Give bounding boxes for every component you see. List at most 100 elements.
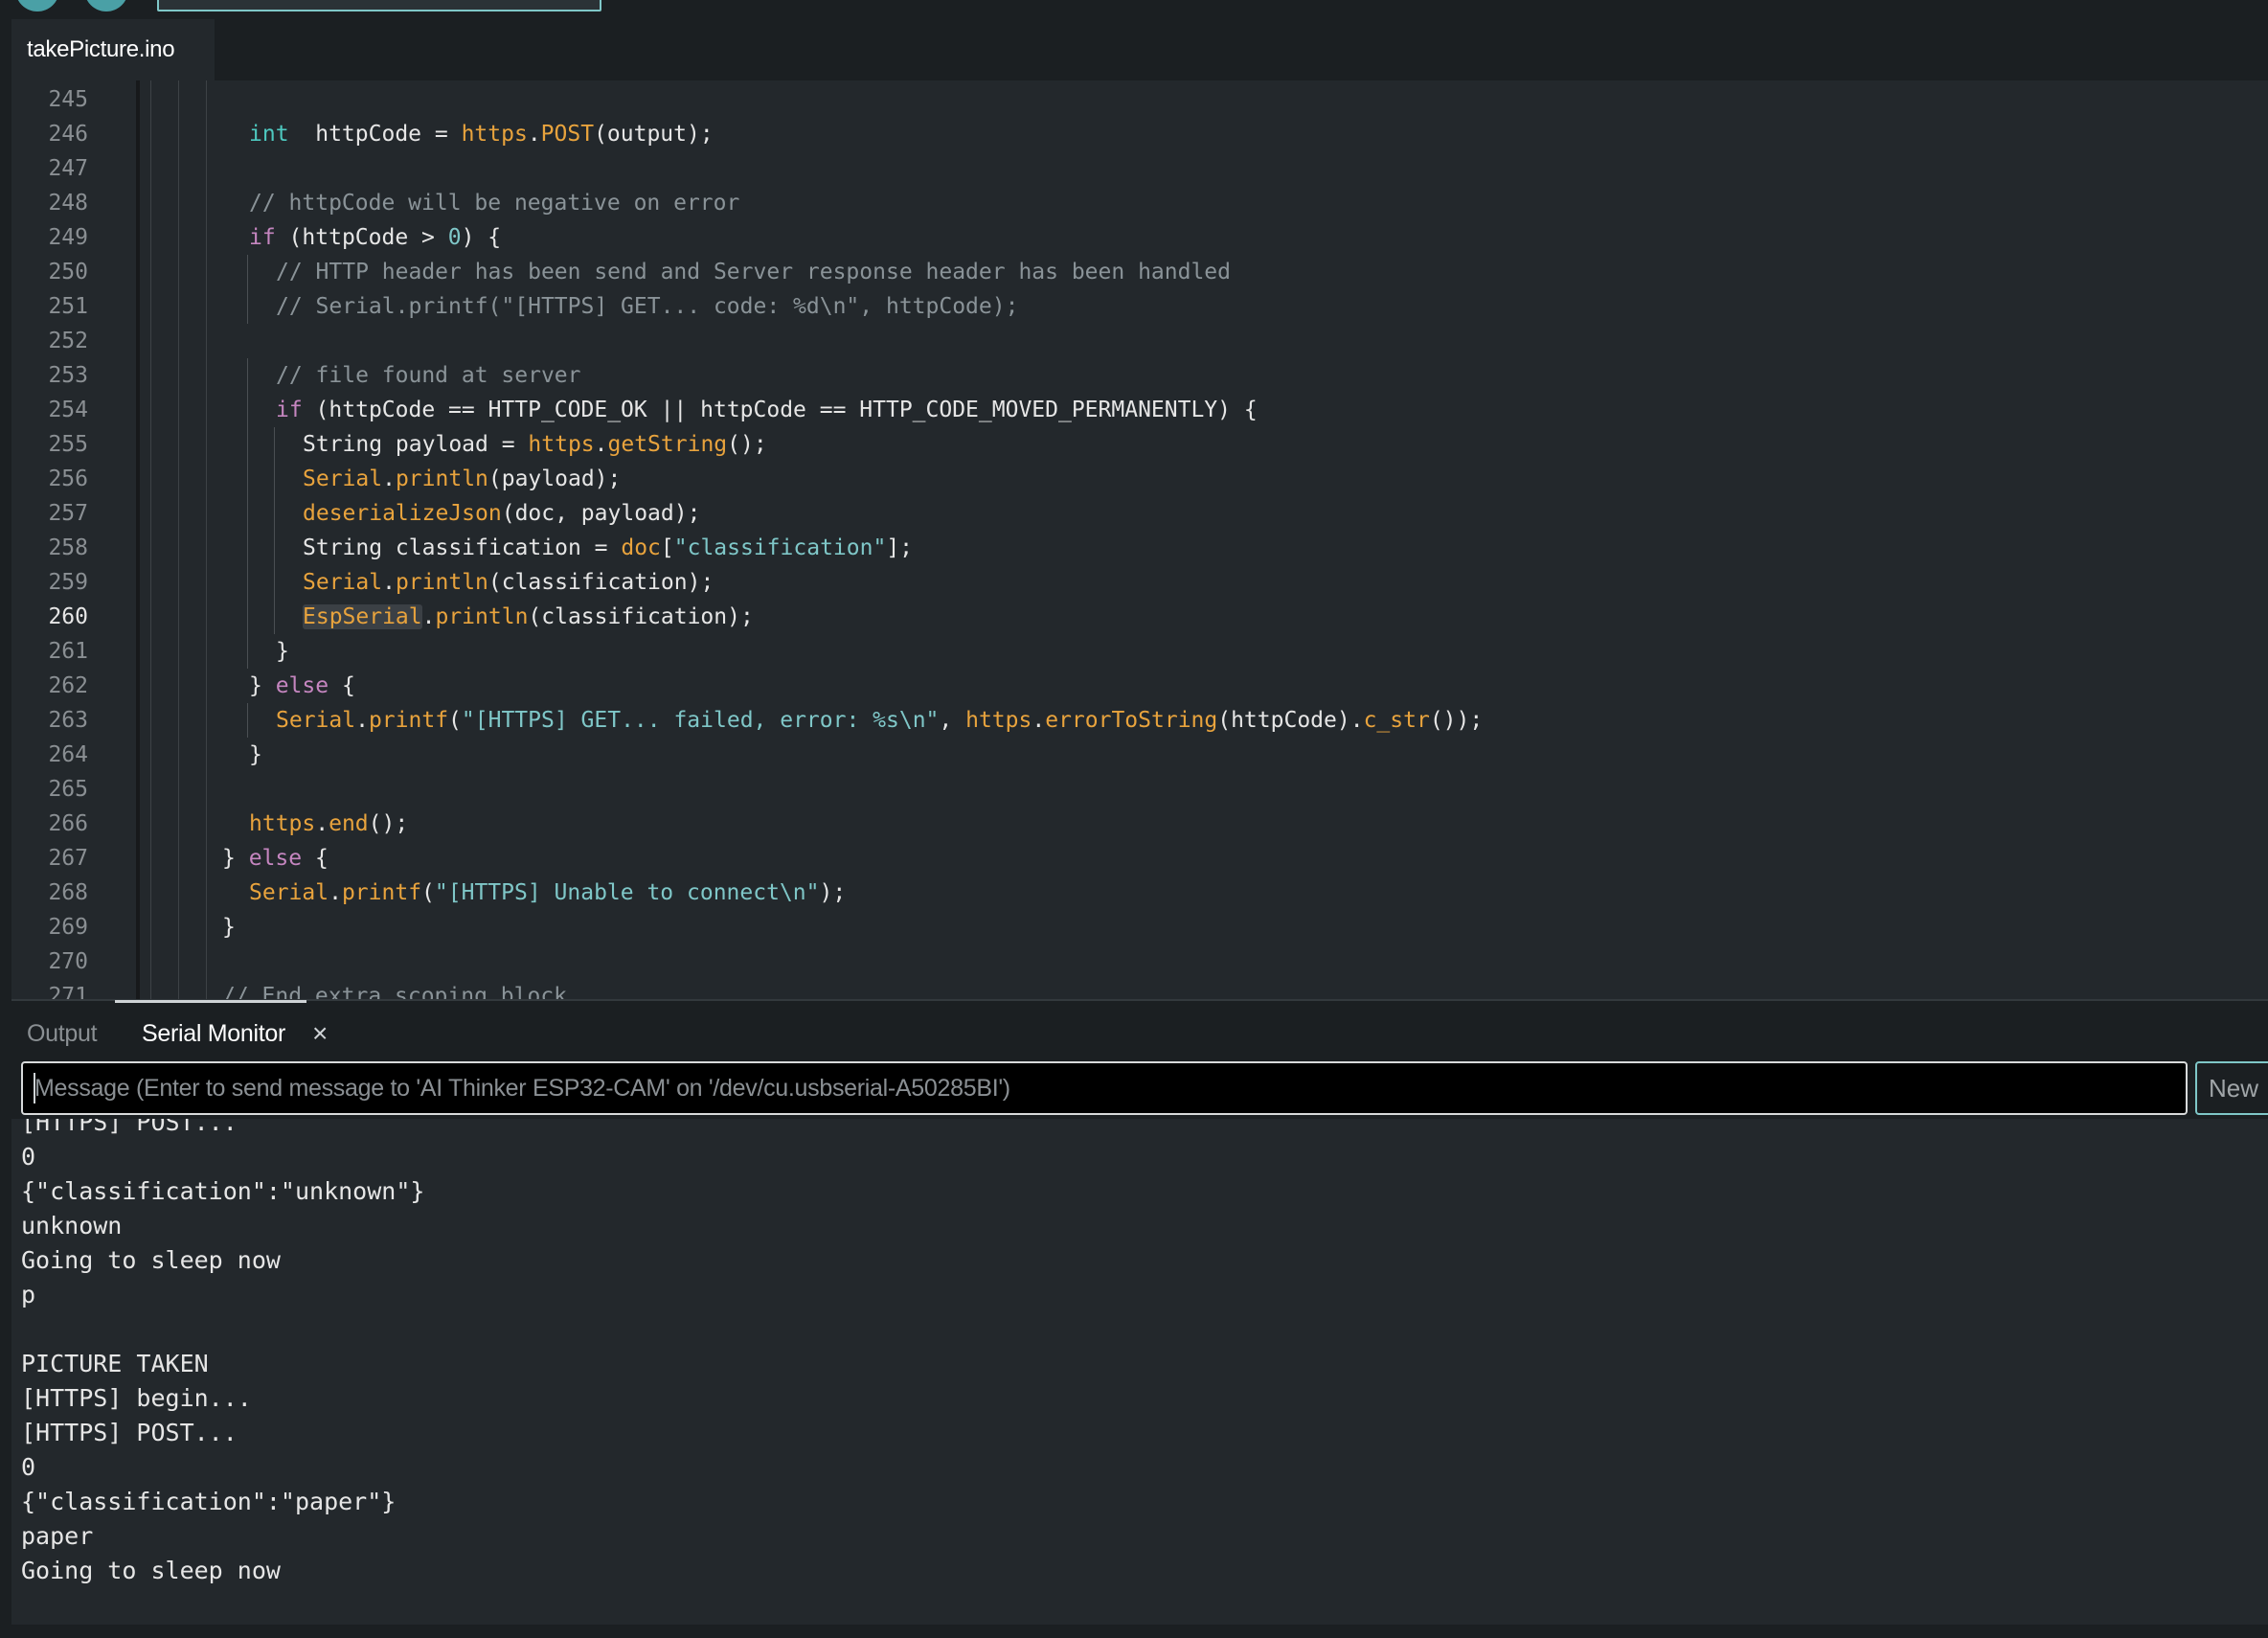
code-token: . [421,604,436,629]
tab-takepicture-ino[interactable]: takePicture.ino [11,19,215,80]
code-line[interactable]: 256 Serial.println(payload); [11,462,2268,496]
close-icon[interactable]: × [312,1014,328,1053]
code-token: "[HTTPS] Unable to connect\n" [434,880,820,905]
code-line[interactable]: 257 deserializeJson(doc, payload); [11,496,2268,531]
code-line[interactable]: 254 if (httpCode == HTTP_CODE_OK || httpC… [11,393,2268,427]
upload-button[interactable] [84,0,128,11]
code-token: if [249,225,276,250]
code-line[interactable]: 267 } else { [11,841,2268,876]
code-line[interactable]: 253 // file found at server [11,358,2268,393]
code-line[interactable]: 269} [11,910,2268,944]
verify-button[interactable] [15,0,59,11]
block-guide [274,427,275,462]
line-number: 253 [48,363,88,388]
code-text: } else { [222,841,329,876]
code-line[interactable]: 271 // End extra scoping block [11,979,2268,1000]
code-token: (doc, payload); [501,501,701,526]
code-line[interactable]: 270 [11,944,2268,979]
serial-line: [HTTPS] POST... [21,1419,238,1446]
tab-serial-monitor[interactable]: Serial Monitor [142,1014,285,1053]
code-text: deserializeJson(doc, payload); [303,496,700,531]
code-line[interactable]: 260 EspSerial.println(classification); [11,600,2268,634]
code-token: println [395,570,488,595]
code-line[interactable]: 266 https.end(); [11,807,2268,841]
code-token: (); [368,811,409,836]
line-number: 268 [48,880,88,905]
block-guide [274,462,275,496]
code-line[interactable]: 268 Serial.printf("[HTTPS] Unable to conn… [11,876,2268,910]
code-token: else [248,846,303,871]
board-selector[interactable] [157,0,601,11]
tab-output[interactable]: Output [27,1014,98,1053]
code-line[interactable]: 250 // HTTP header has been send and Serv… [11,255,2268,289]
code-line[interactable]: 255 String payload = https.getString(); [11,427,2268,462]
code-line[interactable]: 263 Serial.printf("[HTTPS] GET... failed,… [11,703,2268,738]
line-number: 260 [48,604,88,629]
line-number: 265 [48,777,88,802]
code-token: (output); [594,122,714,147]
code-line[interactable]: 246 int httpCode = https.POST(output); [11,117,2268,151]
code-line[interactable]: 247 [11,151,2268,186]
code-line[interactable]: 258 String classification = doc["classifi… [11,531,2268,565]
code-token: } [249,742,262,767]
line-number: 250 [48,260,88,284]
block-guide [247,289,248,324]
code-text: } [249,738,262,772]
code-token: } [276,639,289,664]
code-line[interactable]: 245 [11,82,2268,117]
panel-divider [11,999,2268,1001]
code-text: Serial.printf("[HTTPS] Unable to connect… [249,876,846,910]
line-number: 269 [48,915,88,940]
code-line[interactable]: 264} [11,738,2268,772]
line-ending-select[interactable]: New Line [2195,1061,2268,1115]
block-guide [274,565,275,600]
code-token: httpCode = [288,122,462,147]
line-number: 254 [48,398,88,422]
code-token: . [1032,708,1046,733]
serial-line: Going to sleep now [21,1557,281,1584]
code-token: } [249,673,276,698]
line-number: 249 [48,225,88,250]
code-token: (httpCode). [1217,708,1364,733]
block-guide [247,255,248,289]
code-token: c_str [1363,708,1430,733]
line-number: 259 [48,570,88,595]
code-line[interactable]: 248 // httpCode will be negative on error [11,186,2268,220]
code-token: printf [341,880,422,905]
code-token: Serial [303,570,383,595]
code-line[interactable]: 249 if (httpCode > 0) { [11,220,2268,255]
line-number: 258 [48,535,88,560]
code-editor[interactable]: 245 246 int httpCode = https.POST(output);… [11,80,2268,1000]
code-token: println [435,604,529,629]
code-text: EspSerial.println(classification); [303,600,754,634]
serial-line: Going to sleep now [21,1246,281,1274]
line-number: 270 [48,949,88,974]
code-token: deserializeJson [303,501,502,526]
code-token: printf [368,708,449,733]
code-token: String payload = [303,432,529,457]
serial-message-input[interactable] [21,1061,2188,1115]
serial-line: {"classification":"paper"} [21,1488,397,1515]
line-number: 267 [48,846,88,871]
status-bar [0,1625,2268,1638]
code-line[interactable]: 262} else { [11,669,2268,703]
code-token: , [939,708,966,733]
code-line[interactable]: 252 [11,324,2268,358]
code-token: { [329,673,355,698]
code-token: ) { [461,225,502,250]
code-token: getString [607,432,728,457]
code-token: "[HTTPS] GET... failed, error: %s\n" [461,708,940,733]
code-token: . [315,811,329,836]
code-line[interactable]: 251 // Serial.printf("[HTTPS] GET... code… [11,289,2268,324]
code-token: ( [421,880,435,905]
block-guide [247,531,248,565]
code-token: if [276,398,303,422]
code-token: [ [660,535,674,560]
code-token: ); [819,880,847,905]
code-text: // HTTP header has been send and Server … [276,255,1231,289]
code-line[interactable]: 265 [11,772,2268,807]
code-text: } else { [249,669,355,703]
code-line[interactable]: 259 Serial.println(classification); [11,565,2268,600]
code-token: . [382,466,396,491]
code-line[interactable]: 261} [11,634,2268,669]
